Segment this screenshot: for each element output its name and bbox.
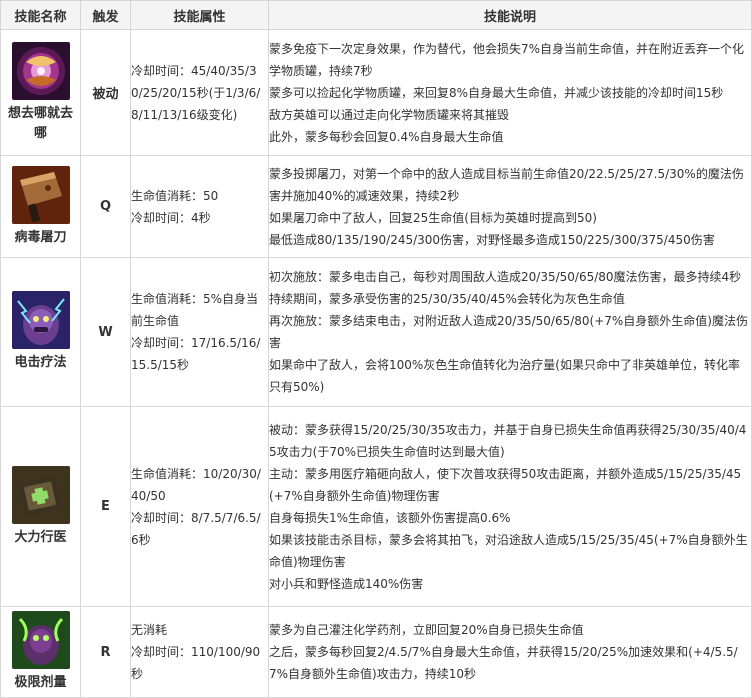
attribute-line: 冷却时间：8/7.5/7/6.5/6秒	[131, 510, 261, 547]
attribute-line: 生命值消耗：10/20/30/40/50	[131, 466, 261, 503]
medkit-icon	[11, 465, 70, 524]
skill-description: 初次施放：蒙多电击自己，每秒对周围敌人造成20/35/50/65/80魔法伤害，…	[268, 257, 752, 407]
skill-trigger: Q	[80, 155, 131, 258]
description-line: 再次施放：蒙多结束电击，对附近敌人造成20/35/50/65/80(+7%自身额…	[269, 314, 748, 350]
skill-description: 蒙多投掷屠刀，对第一个命中的敌人造成目标当前生命值20/22.5/25/27.5…	[268, 155, 752, 258]
skill-name-cell: 极限剂量	[0, 606, 81, 698]
skill-name-cell: 电击疗法	[0, 257, 81, 407]
cleaver-icon	[11, 165, 70, 224]
attribute-line: 冷却时间：45/40/35/30/25/20/15秒(于1/3/6/8/11/1…	[131, 63, 261, 122]
header-description: 技能说明	[268, 0, 752, 30]
attribute-line: 冷却时间：110/100/90秒	[131, 645, 261, 681]
header-attributes: 技能属性	[130, 0, 269, 30]
skill-trigger: 被动	[80, 29, 131, 156]
description-line: 之后，蒙多每秒回复2/4.5/7%自身最大生命值，并获得15/20/25%加速效…	[269, 645, 738, 681]
skill-name: 极限剂量	[14, 675, 67, 690]
description-line: 如果命中了敌人，会将100%灰色生命值转化为治疗量(如果只命中了非英雄单位，转化…	[269, 358, 740, 394]
purple-orb-icon	[11, 41, 70, 100]
description-line: 蒙多免疫下一次定身效果，作为替代，他会损失7%自身当前生命值，并在附近丢弃一个化…	[269, 41, 745, 78]
skill-name: 电击疗法	[14, 355, 67, 370]
description-line: 最低造成80/135/190/245/300伤害，对野怪最多造成150/225/…	[269, 232, 715, 247]
table-row: 病毒屠刀 Q 生命值消耗：50 冷却时间：4秒 蒙多投掷屠刀，对第一个命中的敌人…	[0, 155, 752, 258]
skill-name: 大力行医	[14, 529, 67, 545]
syringe-dose-icon	[11, 611, 70, 669]
attribute-line: 生命值消耗：50	[131, 188, 219, 203]
skills-table: 技能名称 触发 技能属性 技能说明 想去哪就去哪 被动 冷却时间：45/40/3…	[0, 0, 752, 698]
description-line: 持续期间，蒙多承受伤害的25/30/35/40/45%会转化为灰色生命值	[269, 292, 625, 306]
attribute-line: 无消耗	[131, 623, 168, 637]
description-line: 如果该技能击杀目标，蒙多会将其拍飞，对沿途敌人造成5/15/25/35/45(+…	[269, 532, 748, 569]
skill-name: 病毒屠刀	[14, 229, 67, 245]
skill-name-cell: 想去哪就去哪	[0, 29, 81, 156]
table-row: 想去哪就去哪 被动 冷却时间：45/40/35/30/25/20/15秒(于1/…	[0, 29, 752, 156]
description-line: 如果屠刀命中了敌人，回复25生命值(目标为英雄时提高到50)	[269, 210, 597, 225]
description-line: 蒙多为自己灌注化学药剂，立即回复20%自身已损失生命值	[269, 623, 584, 637]
attribute-line: 生命值消耗：5%自身当前生命值	[131, 292, 259, 328]
description-line: 蒙多投掷屠刀，对第一个命中的敌人造成目标当前生命值20/22.5/25/27.5…	[269, 166, 744, 203]
attribute-line: 冷却时间：4秒	[131, 210, 211, 225]
skill-trigger: E	[80, 406, 131, 607]
skill-description: 蒙多为自己灌注化学药剂，立即回复20%自身已损失生命值 之后，蒙多每秒回复2/4…	[268, 606, 752, 698]
header-trigger: 触发	[80, 0, 131, 30]
description-line: 主动：蒙多用医疗箱砸向敌人，使下次普攻获得50攻击距离，并额外造成5/15/25…	[269, 466, 742, 503]
description-line: 自身每损失1%生命值，该额外伤害提高0.6%	[269, 510, 511, 525]
description-line: 蒙多可以捡起化学物质罐，来回复8%自身最大生命值，并减少该技能的冷却时间15秒	[269, 85, 724, 100]
description-line: 敌方英雄可以通过走向化学物质罐来将其摧毁	[269, 107, 510, 122]
skill-attributes: 冷却时间：45/40/35/30/25/20/15秒(于1/3/6/8/11/1…	[130, 29, 269, 156]
skill-attributes: 生命值消耗：10/20/30/40/50 冷却时间：8/7.5/7/6.5/6秒	[130, 406, 269, 607]
skill-name-cell: 大力行医	[0, 406, 81, 607]
description-line: 初次施放：蒙多电击自己，每秒对周围敌人造成20/35/50/65/80魔法伤害，…	[269, 270, 742, 284]
skill-trigger: W	[80, 257, 131, 407]
skill-attributes: 生命值消耗：5%自身当前生命值 冷却时间：17/16.5/16/15.5/15秒	[130, 257, 269, 407]
skill-description: 被动：蒙多获得15/20/25/30/35攻击力，并基于自身已损失生命值再获得2…	[268, 406, 752, 607]
skill-name: 想去哪就去哪	[7, 105, 73, 141]
skill-attributes: 无消耗 冷却时间：110/100/90秒	[130, 606, 269, 698]
header-skill-name: 技能名称	[0, 0, 81, 30]
table-header-row: 技能名称 触发 技能属性 技能说明	[0, 0, 752, 30]
description-line: 被动：蒙多获得15/20/25/30/35攻击力，并基于自身已损失生命值再获得2…	[269, 422, 747, 459]
electric-shock-icon	[11, 291, 70, 349]
table-row: 大力行医 E 生命值消耗：10/20/30/40/50 冷却时间：8/7.5/7…	[0, 406, 752, 607]
description-line: 此外，蒙多每秒会回复0.4%自身最大生命值	[269, 129, 504, 144]
skill-description: 蒙多免疫下一次定身效果，作为替代，他会损失7%自身当前生命值，并在附近丢弃一个化…	[268, 29, 752, 156]
skill-name-cell: 病毒屠刀	[0, 155, 81, 258]
skill-attributes: 生命值消耗：50 冷却时间：4秒	[130, 155, 269, 258]
table-row: 电击疗法 W 生命值消耗：5%自身当前生命值 冷却时间：17/16.5/16/1…	[0, 257, 752, 407]
skill-trigger: R	[80, 606, 131, 698]
description-line: 对小兵和野怪造成140%伤害	[269, 576, 424, 591]
table-row: 极限剂量 R 无消耗 冷却时间：110/100/90秒 蒙多为自己灌注化学药剂，…	[0, 606, 752, 698]
attribute-line: 冷却时间：17/16.5/16/15.5/15秒	[131, 336, 261, 372]
